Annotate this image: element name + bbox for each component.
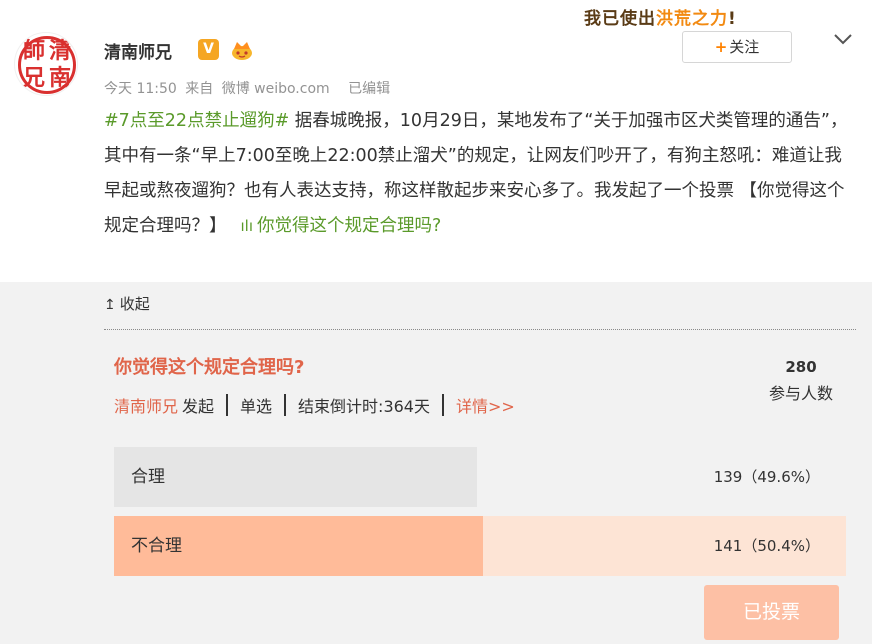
poll-details-link[interactable]: 详情>> [456, 393, 515, 417]
divider [104, 329, 856, 330]
separator [284, 394, 287, 416]
crown-badge-icon[interactable] [230, 39, 254, 61]
post-source[interactable]: 微博 weibo.com [222, 81, 330, 97]
post-source-prefix: 来自 [185, 81, 214, 97]
post-meta: 今天 11:50 来自 微博 weibo.com 已编辑 [104, 78, 394, 98]
avatar-char: 兄 [22, 65, 45, 91]
poll-option-label: 不合理 [131, 536, 182, 556]
poll-icon: ılı [240, 217, 254, 235]
poll-link[interactable]: 你觉得这个规定合理吗? [257, 216, 441, 236]
avatar-seal: 師 清 兄 南 [21, 38, 73, 92]
poll-author-suffix: 发起 [182, 397, 215, 416]
voted-button[interactable]: 已投票 [704, 585, 839, 640]
slogan-part: 洪荒之力 [656, 9, 728, 29]
separator [441, 394, 444, 416]
collapse-arrow-icon: ↥ [104, 297, 116, 313]
post-text: #7点至22点禁止遛狗# 据春城晚报，10月29日，某地发布了“关于加强市区犬类… [104, 104, 856, 244]
slogan-part: ! [728, 9, 737, 29]
participant-number: 280 [785, 358, 817, 376]
participant-count: 280 参与人数 [756, 358, 846, 404]
poll-option-label: 合理 [131, 467, 165, 487]
username[interactable]: 清南师兄 [104, 38, 172, 63]
post-time[interactable]: 今天 11:50 [104, 81, 177, 97]
poll-option-bar [114, 447, 478, 507]
avatar-char: 清 [48, 38, 71, 64]
hashtag-link[interactable]: #7点至22点禁止遛狗# [104, 111, 289, 131]
follow-button[interactable]: + 关注 [682, 31, 792, 63]
poll-option-result: 141（50.4%） [713, 537, 820, 555]
slogan-decoration: 我已使出洪荒之力! [584, 4, 844, 34]
avatar-char: 南 [48, 65, 71, 91]
collapse-label: 收起 [119, 295, 150, 313]
avatar[interactable]: 師 清 兄 南 [14, 32, 78, 96]
participant-label: 参与人数 [768, 384, 833, 403]
vip-badge-icon[interactable]: V [198, 39, 219, 60]
poll-info: 清南师兄 发起 单选 结束倒计时:364天 详情>> [114, 393, 515, 417]
poll-countdown: 结束倒计时:364天 [298, 397, 430, 416]
poll-type: 单选 [240, 397, 273, 416]
avatar-char: 師 [22, 38, 45, 64]
slogan-part: 我已使出 [584, 9, 656, 29]
chevron-down-icon[interactable] [832, 30, 854, 48]
follow-label: 关注 [729, 38, 760, 56]
edited-label[interactable]: 已编辑 [348, 81, 390, 97]
plus-icon: + [714, 38, 728, 56]
poll-option-result: 139（49.6%） [713, 468, 820, 486]
separator [226, 394, 229, 416]
poll-option-selected[interactable]: 不合理 141（50.4%） [114, 516, 846, 576]
collapse-button[interactable]: ↥ 收起 [104, 293, 150, 314]
weibo-post-card: 師 清 兄 南 清南师兄 V 今天 11:50 来自 微博 weibo.com … [0, 0, 872, 644]
poll-title: 你觉得这个规定合理吗? [114, 357, 305, 378]
poll-author[interactable]: 清南师兄 [114, 393, 178, 417]
poll-option[interactable]: 合理 139（49.6%） [114, 447, 846, 507]
